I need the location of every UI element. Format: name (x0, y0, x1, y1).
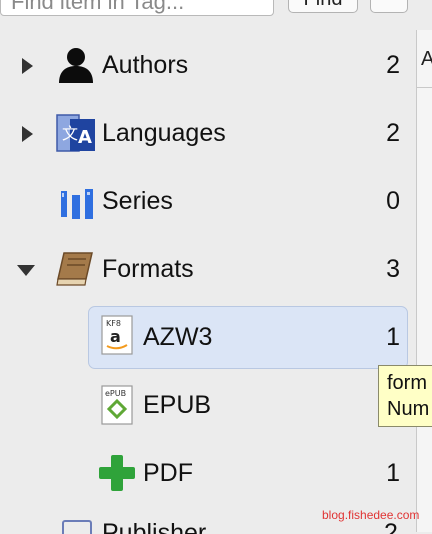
tree-item-languages[interactable]: 文 A Languages 2 (0, 103, 410, 163)
tree-item-pdf[interactable]: PDF 1 (0, 443, 410, 503)
tree-item-label: Authors (102, 51, 189, 79)
tree-item-count: 1 (386, 459, 400, 487)
tooltip-line-2: Num (387, 398, 430, 420)
tree-item-series[interactable]: Series 0 (0, 171, 410, 231)
tooltip-line-1: form (387, 372, 427, 394)
tree-item-label: Languages (102, 119, 226, 147)
search-input[interactable]: Find item in Tag... (0, 0, 274, 16)
svg-text:文: 文 (62, 124, 78, 143)
tree-item-label: Formats (102, 255, 194, 283)
tree-item-label: AZW3 (143, 323, 213, 351)
person-silhouette-icon (56, 45, 96, 85)
book-icon (56, 249, 96, 289)
options-button[interactable] (370, 0, 408, 13)
tree-item-azw3[interactable]: KF8 a AZW3 1 (0, 303, 410, 369)
epub-file-icon: ePUB (97, 385, 137, 425)
svg-text:ePUB: ePUB (105, 389, 126, 398)
tree-item-label: EPUB (143, 391, 212, 419)
tree-item-epub[interactable]: ePUB EPUB (0, 375, 410, 435)
tree-item-count: 0 (386, 187, 400, 215)
book-list-panel (416, 30, 432, 532)
languages-icon: 文 A (56, 113, 96, 153)
tree-item-count: 1 (386, 323, 400, 351)
watermark-text: blog.fishedee.com (322, 508, 420, 522)
azw3-file-icon: KF8 a (97, 315, 137, 355)
expand-arrow-icon[interactable] (22, 126, 33, 142)
tree-item-count: 3 (386, 255, 400, 283)
tree-item-count: 2 (386, 119, 400, 147)
tree-item-authors[interactable]: Authors 2 (0, 35, 410, 95)
tree-item-count: 2 (386, 51, 400, 79)
column-header[interactable]: A (416, 30, 432, 88)
svg-text:a: a (110, 327, 121, 346)
tooltip: form Num (378, 365, 432, 427)
tree-item-formats[interactable]: Formats 3 (0, 239, 410, 299)
svg-text:A: A (78, 127, 92, 148)
plus-icon (97, 453, 137, 493)
tree-item-label: Series (102, 187, 173, 215)
tree-item-label: PDF (143, 459, 193, 487)
find-button[interactable]: Find (288, 0, 358, 13)
expand-arrow-icon[interactable] (22, 58, 33, 74)
collapse-arrow-icon[interactable] (17, 265, 35, 276)
series-books-icon (58, 181, 98, 221)
